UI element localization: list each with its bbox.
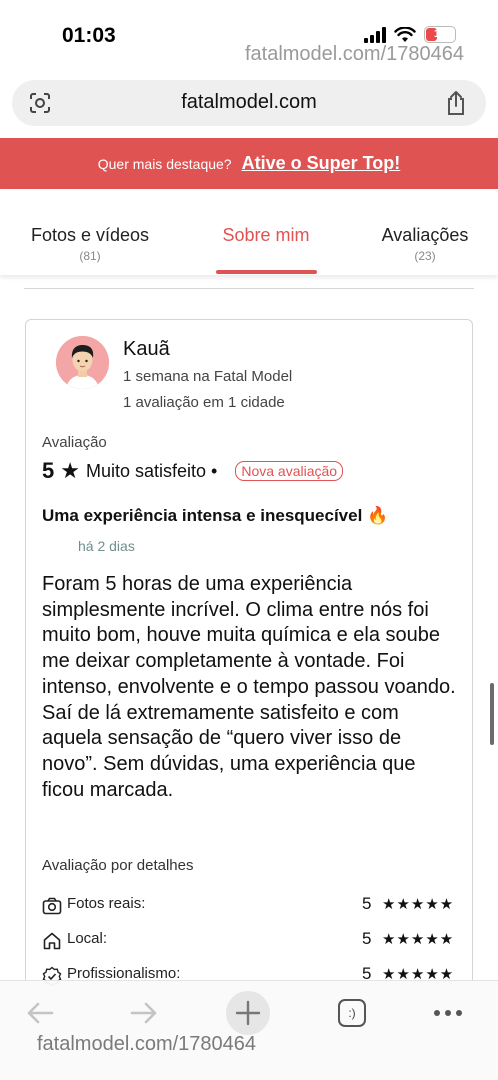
- tabs-icon-text: :): [348, 1006, 356, 1020]
- super-top-link[interactable]: Ative o Super Top!: [242, 153, 401, 174]
- review-body: Foram 5 horas de uma experiência simples…: [42, 573, 456, 801]
- forward-button[interactable]: [122, 991, 166, 1035]
- tab-label: Avaliações: [381, 225, 469, 245]
- tab-label: Fotos e vídeos: [30, 225, 150, 245]
- promo-banner: Quer mais destaque? Ative o Super Top!: [0, 138, 498, 189]
- tab-label: Sobre mim: [222, 225, 310, 245]
- star-icon: ★: [60, 458, 80, 483]
- user-avatar-icon: [56, 336, 109, 389]
- status-bar: 01:03 17 fatalmodel.com/1780464: [0, 0, 498, 78]
- detail-stars: ★★★★★: [382, 896, 455, 913]
- tab-reviews[interactable]: Avaliações (23): [370, 225, 480, 263]
- detail-label: Fotos reais:: [67, 895, 146, 912]
- review-card: Kauã 1 semana na Fatal Model 1 avaliação…: [25, 319, 473, 1019]
- back-arrow-icon: [27, 1002, 54, 1024]
- wifi-icon: [394, 26, 416, 42]
- active-tab-indicator: [216, 270, 317, 274]
- divider: [24, 288, 474, 289]
- reviewer-name: Kauã: [123, 338, 170, 360]
- detail-label: Local:: [67, 930, 108, 947]
- tab-count: (23): [414, 249, 436, 263]
- avatar[interactable]: [56, 336, 109, 389]
- watermark-top: fatalmodel.com/1780464: [244, 43, 464, 65]
- profile-tabs: Fotos e vídeos (81) Sobre mim Avaliações…: [0, 189, 498, 275]
- tab-about-me[interactable]: Sobre mim: [208, 225, 324, 246]
- rating-text: Muito satisfeito •: [85, 460, 218, 481]
- detail-score: 5: [362, 894, 372, 913]
- browser-toolbar: :) fatalmodel.com/1780464: [0, 980, 498, 1080]
- new-review-badge: Nova avaliação: [235, 461, 344, 481]
- detail-row-photos: Fotos reais: 5 ★★★★★: [42, 894, 460, 918]
- rating-value: 5: [42, 458, 55, 483]
- tabs-button[interactable]: :): [330, 991, 374, 1035]
- promo-text: Quer mais destaque?: [97, 155, 232, 172]
- review-count: 1 avaliação em 1 cidade: [123, 394, 285, 411]
- detail-score: 5: [362, 929, 372, 948]
- status-icons: 17: [364, 26, 456, 43]
- rating-row: 5 ★ Muito satisfeito • Nova avaliação: [42, 458, 344, 484]
- home-icon: [43, 932, 61, 950]
- more-dots-icon: [434, 1010, 462, 1016]
- rating-label: Avaliação: [42, 434, 107, 451]
- scrollbar[interactable]: [490, 683, 494, 745]
- tab-count: (81): [79, 249, 101, 263]
- forward-arrow-icon: [130, 1002, 157, 1024]
- details-label: Avaliação por detalhes: [42, 857, 194, 874]
- battery-icon: 17: [424, 26, 456, 43]
- share-icon[interactable]: [444, 90, 468, 116]
- more-button[interactable]: [426, 991, 470, 1035]
- camera-check-icon: [42, 897, 62, 915]
- watermark-bottom: fatalmodel.com/1780464: [37, 1033, 257, 1055]
- back-button[interactable]: [18, 991, 62, 1035]
- tab-photos-videos[interactable]: Fotos e vídeos (81): [16, 225, 164, 263]
- detail-row-location: Local: 5 ★★★★★: [42, 929, 460, 953]
- detail-stars: ★★★★★: [382, 931, 455, 948]
- signal-icon: [364, 26, 386, 43]
- url-bar[interactable]: fatalmodel.com: [12, 80, 486, 126]
- plus-icon: [235, 1000, 261, 1026]
- member-since: 1 semana na Fatal Model: [123, 368, 293, 385]
- new-tab-button[interactable]: [226, 991, 270, 1035]
- url-text[interactable]: fatalmodel.com: [12, 91, 486, 114]
- battery-level: 17: [433, 28, 447, 40]
- review-date: há 2 dias: [78, 538, 135, 554]
- status-time: 01:03: [62, 24, 116, 47]
- review-title: Uma experiência intensa e inesquecível 🔥: [42, 506, 389, 525]
